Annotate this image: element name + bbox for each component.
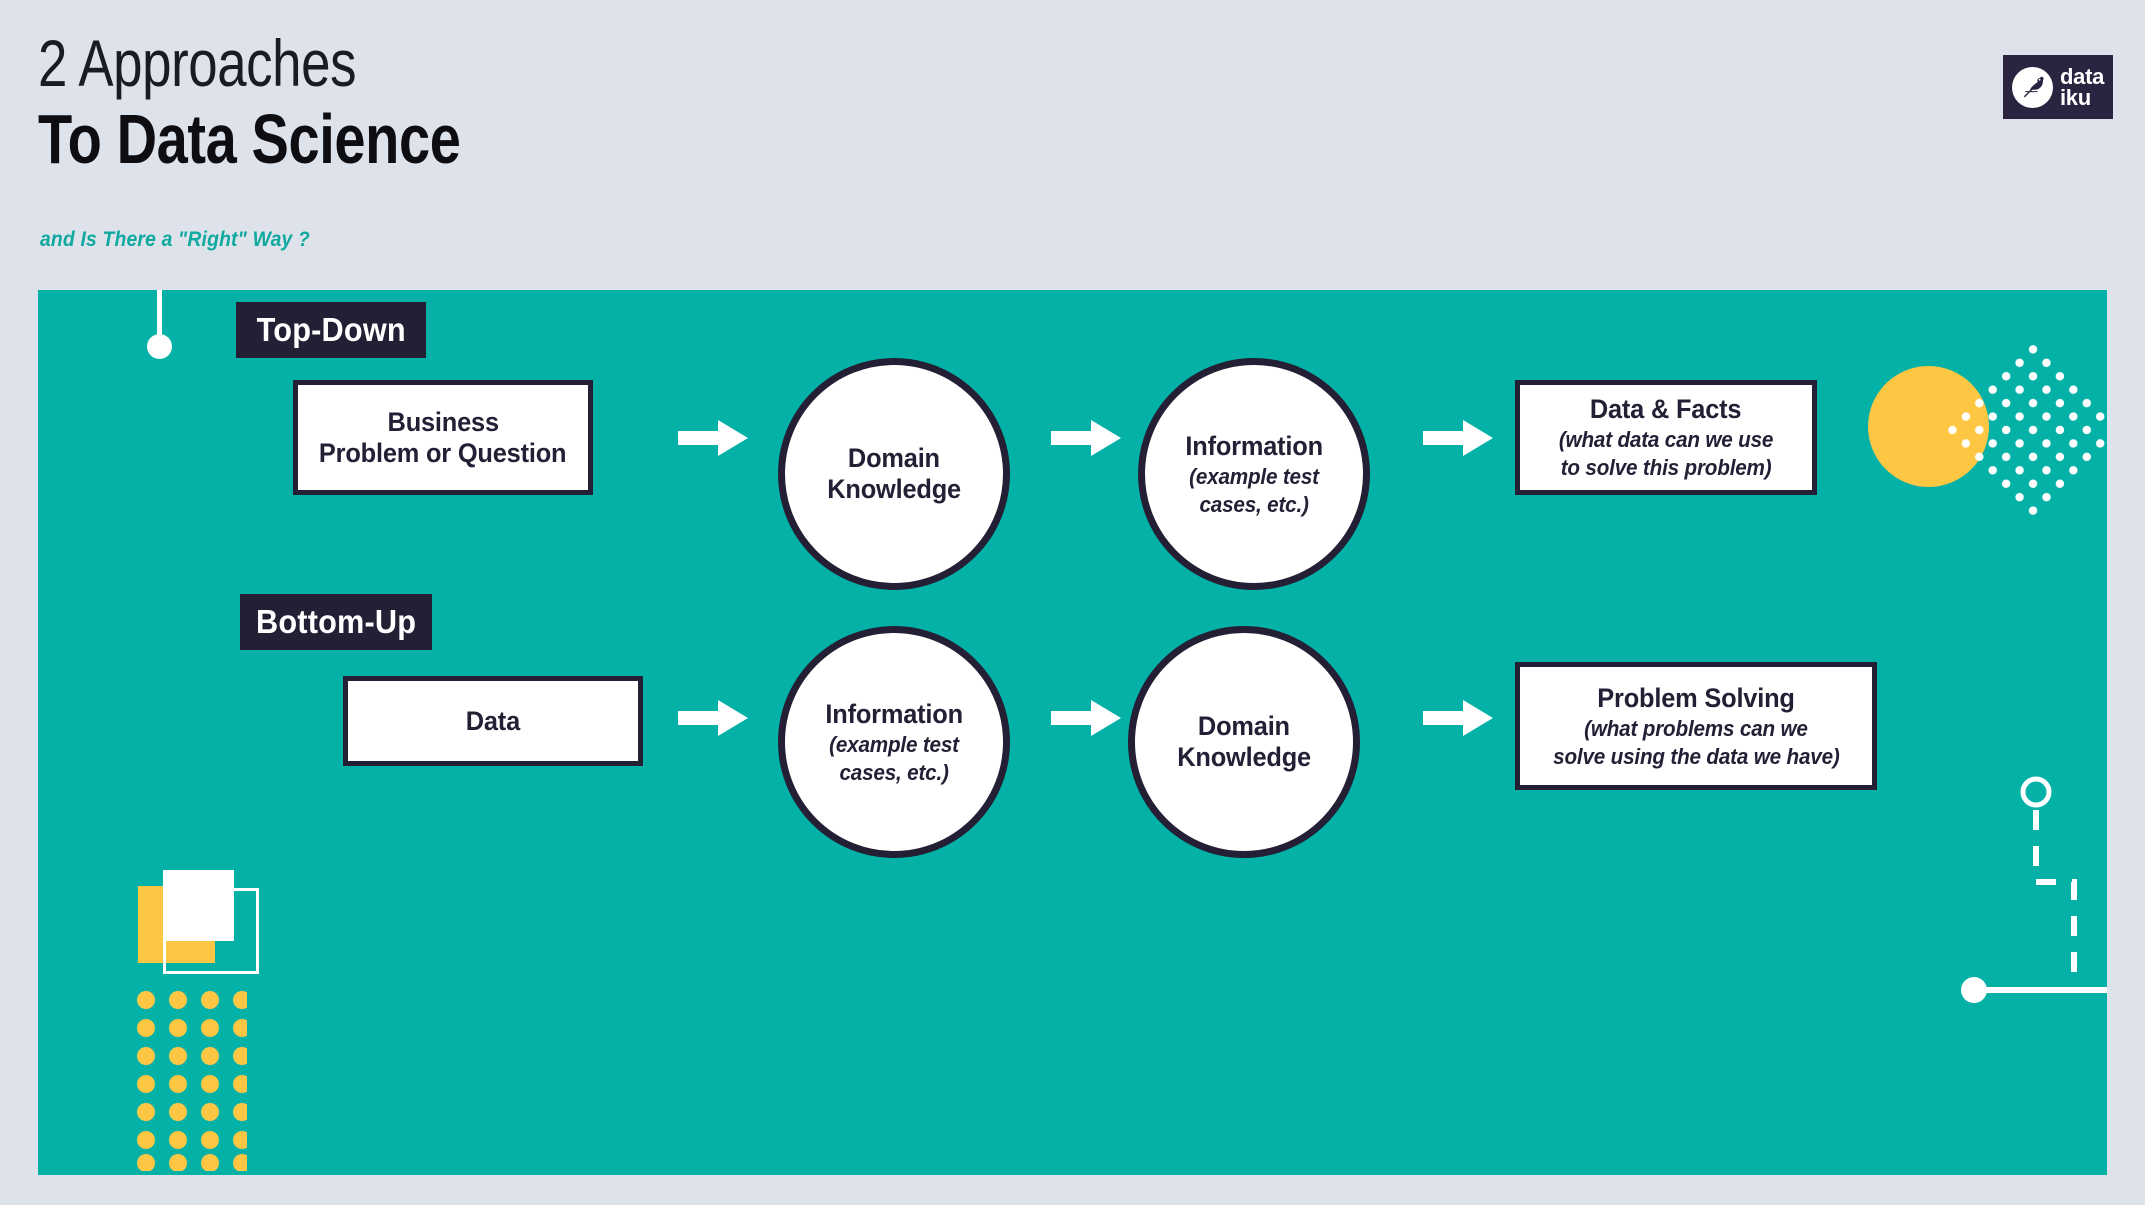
title-line-1: 2 Approaches (38, 26, 357, 100)
decoration-dashed-path (1961, 776, 2107, 1003)
node-business-problem-line1: Business (387, 406, 499, 437)
arrow-right-icon (1423, 700, 1493, 736)
node-information-bottom[interactable]: Information (example test cases, etc.) (778, 626, 1010, 858)
node-problem-solving[interactable]: Problem Solving (what problems can we so… (1515, 662, 1877, 790)
decoration-dot-top-left (147, 334, 172, 359)
node-information-top[interactable]: Information (example test cases, etc.) (1138, 358, 1370, 590)
page-title: 2 Approaches To Data Science (38, 30, 566, 178)
node-data-and-facts-title: Data & Facts (1590, 394, 1742, 424)
node-data-title: Data (465, 705, 521, 736)
node-domain-knowledge-top-line1: Domain (848, 443, 940, 473)
node-data[interactable]: Data (343, 676, 643, 766)
node-information-top-sub-line2: cases, etc.) (1199, 491, 1309, 517)
flow-badge-top-down: Top-Down (236, 302, 426, 358)
decoration-dot-diamond (1934, 331, 2107, 529)
dataiku-logo: data iku (2003, 55, 2113, 119)
arrow-right-icon (1423, 420, 1493, 456)
node-information-bottom-sub-line1: (example test (829, 731, 959, 757)
node-business-problem-line2: Problem or Question (319, 437, 567, 468)
node-data-and-facts-sub-line2: to solve this problem) (1560, 455, 1772, 480)
dataiku-wordmark: data iku (2060, 64, 2105, 110)
flow-badge-top-down-label: Top-Down (256, 311, 406, 348)
node-data-and-facts-sub-line1: (what data can we use (1558, 427, 1774, 452)
node-domain-knowledge-top-line2: Knowledge (827, 474, 961, 504)
logo-line-1: data (2060, 64, 2105, 89)
node-problem-solving-sub-line2: solve using the data we have) (1552, 743, 1840, 769)
node-domain-knowledge-bottom-line2: Knowledge (1177, 742, 1311, 772)
title-line-2: To Data Science (38, 100, 461, 178)
decoration-yellow-dot-grid (137, 991, 247, 1171)
node-problem-solving-sub-line1: (what problems can we (1584, 715, 1808, 741)
node-information-top-sub-line1: (example test (1189, 463, 1319, 489)
logo-line-2: iku (2060, 85, 2091, 110)
decoration-white-square (163, 870, 234, 941)
infographic-stage: 2 Approaches To Data Science and Is Ther… (0, 0, 2145, 1205)
node-information-bottom-title: Information (825, 698, 963, 729)
node-business-problem[interactable]: Business Problem or Question (293, 380, 593, 495)
page-subtitle: and Is There a "Right" Way ? (40, 228, 311, 251)
flow-badge-bottom-up-label: Bottom-Up (255, 603, 417, 640)
decoration-vertical-line (157, 290, 162, 338)
node-domain-knowledge-bottom[interactable]: Domain Knowledge (1128, 626, 1360, 858)
diagram-panel: Top-Down Business Problem or Question Do… (38, 290, 2107, 1175)
arrow-right-icon (678, 420, 748, 456)
flow-badge-bottom-up: Bottom-Up (240, 594, 432, 650)
arrow-right-icon (678, 700, 748, 736)
node-information-bottom-sub-line2: cases, etc.) (839, 759, 949, 785)
arrow-right-icon (1051, 420, 1121, 456)
node-information-top-title: Information (1185, 430, 1323, 461)
dataiku-bird-icon (2012, 66, 2053, 108)
node-problem-solving-title: Problem Solving (1597, 682, 1795, 713)
node-domain-knowledge-top[interactable]: Domain Knowledge (778, 358, 1010, 590)
node-domain-knowledge-bottom-line1: Domain (1198, 711, 1290, 741)
node-data-and-facts[interactable]: Data & Facts (what data can we use to so… (1515, 380, 1817, 495)
arrow-right-icon (1051, 700, 1121, 736)
